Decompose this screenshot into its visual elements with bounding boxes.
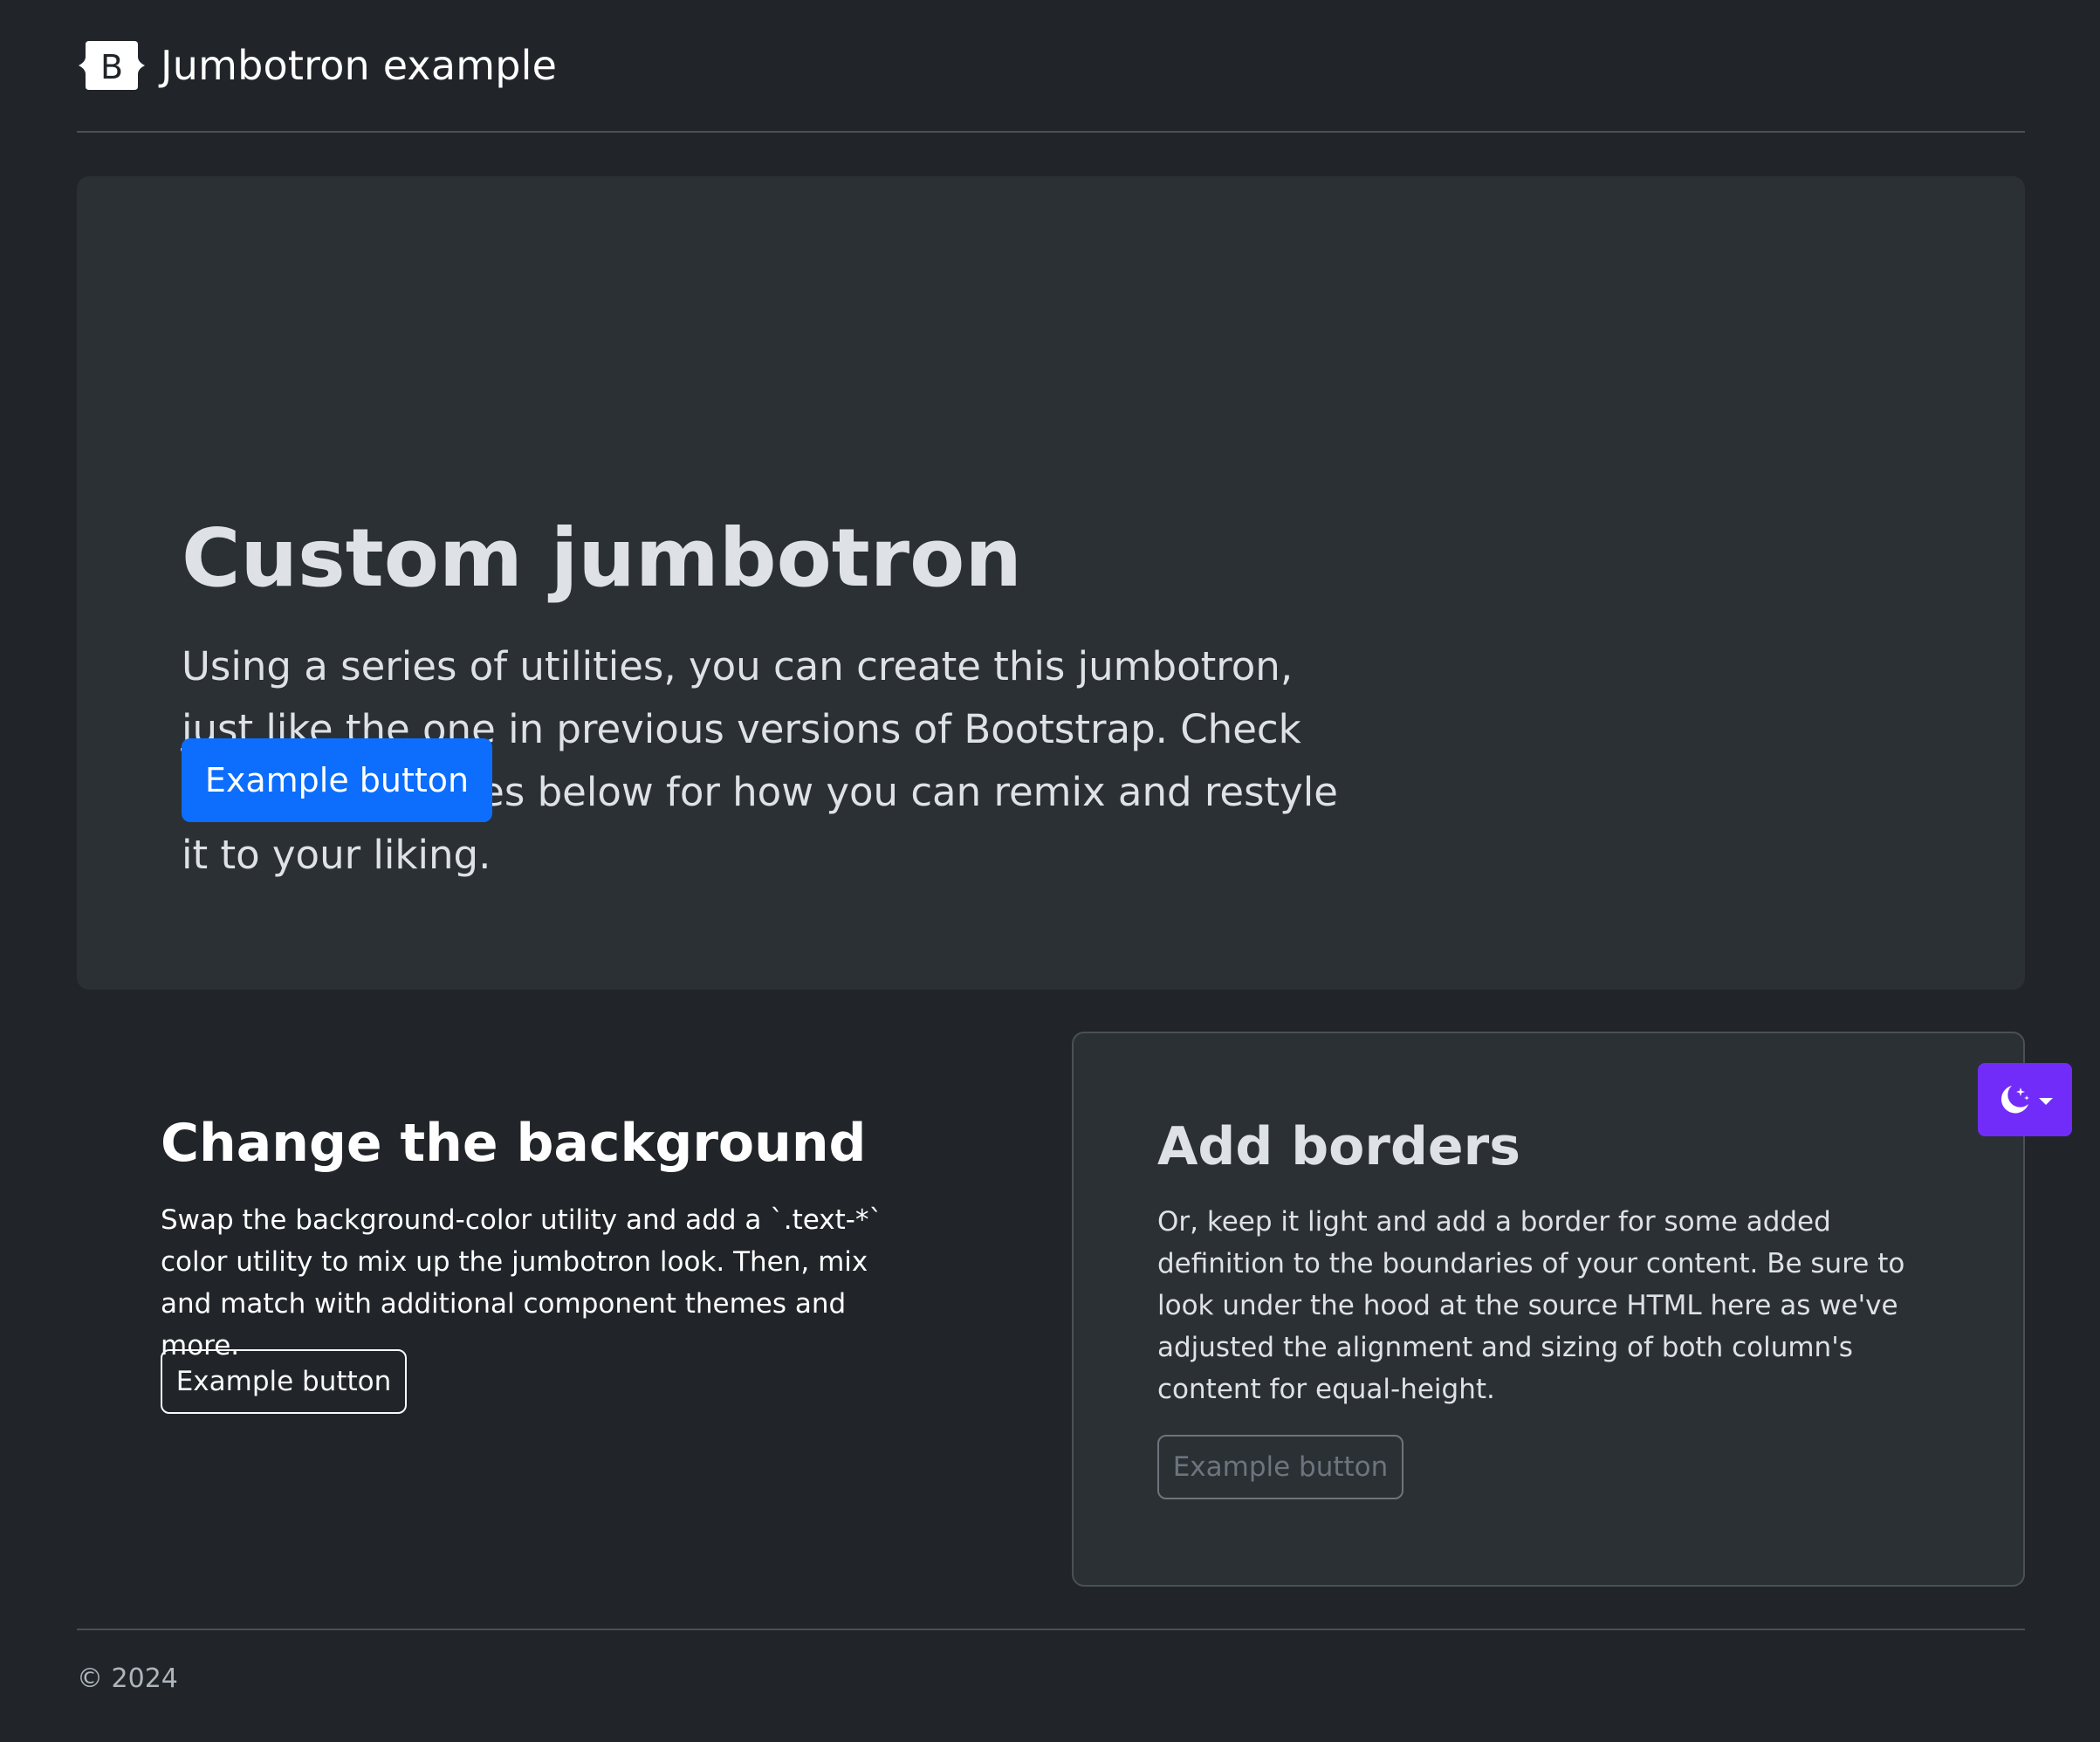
change-background-title: Change the background — [161, 1113, 867, 1174]
jumbotron-example-button[interactable]: Example button — [182, 738, 492, 822]
jumbotron-title: Custom jumbotron — [182, 511, 1022, 605]
caret-down-icon — [2039, 1098, 2053, 1105]
copyright-text: © 2024 — [77, 1663, 178, 1694]
change-background-column: Change the background Swap the backgroun… — [77, 1032, 1030, 1587]
change-background-text: Swap the background-color utility and ad… — [161, 1204, 882, 1361]
site-footer: © 2024 — [77, 1629, 2025, 1694]
add-borders-column: Add borders Or, keep it light and add a … — [1072, 1032, 2025, 1587]
moon-stars-icon — [2000, 1086, 2029, 1114]
brand-link[interactable]: B Jumbotron example — [77, 38, 557, 93]
add-borders-title: Add borders — [1157, 1116, 1520, 1177]
site-header: B Jumbotron example — [77, 0, 2025, 133]
bootstrap-logo-icon: B — [79, 41, 145, 90]
brand-title: Jumbotron example — [161, 42, 558, 89]
jumbotron: Custom jumbotron Using a series of utili… — [77, 176, 2025, 990]
svg-text:B: B — [100, 48, 123, 86]
add-borders-text: Or, keep it light and add a border for s… — [1157, 1206, 1905, 1405]
add-borders-example-button[interactable]: Example button — [1157, 1435, 1403, 1499]
change-background-example-button[interactable]: Example button — [161, 1349, 407, 1414]
theme-toggle-button[interactable] — [1978, 1063, 2072, 1136]
